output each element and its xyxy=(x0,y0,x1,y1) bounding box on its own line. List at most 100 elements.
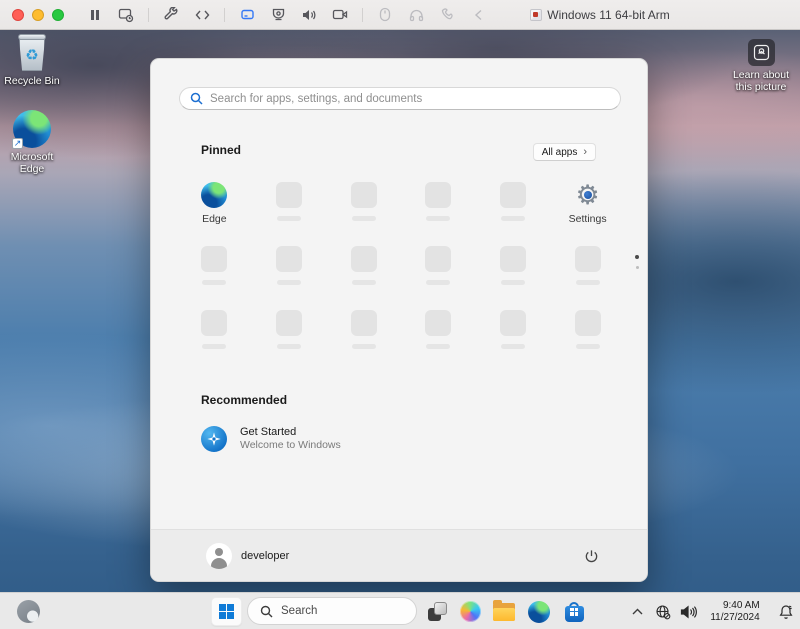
gear-icon: ⚙ xyxy=(575,182,601,208)
search-icon xyxy=(190,92,203,105)
desktop-icon-recycle-bin[interactable]: ♻ Recycle Bin xyxy=(0,34,64,87)
all-apps-label: All apps xyxy=(542,147,578,158)
toolbar-divider xyxy=(224,8,225,22)
vm-toolbar xyxy=(86,6,487,24)
start-search-input[interactable] xyxy=(210,93,610,105)
task-view-button[interactable] xyxy=(425,600,449,623)
recommended-header: Recommended xyxy=(201,393,287,407)
chevron-right-icon: › xyxy=(583,147,587,158)
copilot-icon xyxy=(460,601,481,622)
toolbar-divider xyxy=(148,8,149,22)
dome-camera-icon[interactable] xyxy=(269,6,287,24)
start-menu: Pinned All apps › Edge ⚙ Settings xyxy=(150,58,648,582)
start-user-bar: developer xyxy=(151,529,647,581)
page-dot-active[interactable] xyxy=(635,255,639,259)
code-icon[interactable] xyxy=(193,6,211,24)
macos-titlebar: Windows 11 64-bit Arm xyxy=(0,0,800,30)
recommended-item-get-started[interactable]: Get Started Welcome to Windows xyxy=(201,425,341,452)
desktop-icon-learn-about-picture[interactable]: Learn about this picture xyxy=(729,39,793,93)
desktop-icon-label: Microsoft Edge xyxy=(1,151,63,175)
pinned-app-placeholder xyxy=(177,310,252,354)
desktop-wallpaper: ♻ Recycle Bin ↗ Microsoft Edge Learn abo… xyxy=(0,30,800,629)
disk-icon[interactable] xyxy=(238,6,256,24)
pinned-app-placeholder xyxy=(401,310,476,354)
edge-icon xyxy=(201,182,227,208)
wrench-icon[interactable] xyxy=(162,6,180,24)
desktop-icon-label: Learn about this picture xyxy=(729,69,793,93)
pinned-app-placeholder xyxy=(326,246,401,290)
taskbar-search[interactable]: Search xyxy=(247,597,417,625)
edge-icon xyxy=(528,601,550,623)
copilot-button[interactable] xyxy=(458,600,482,623)
fullscreen-button[interactable] xyxy=(52,9,64,21)
edge-button[interactable] xyxy=(527,600,551,623)
store-icon xyxy=(565,602,584,622)
tray-chevron-up-icon[interactable] xyxy=(624,593,650,629)
start-search-bar[interactable] xyxy=(179,87,621,110)
pinned-app-placeholder xyxy=(252,310,327,354)
volume-icon[interactable] xyxy=(675,593,702,629)
tray-time: 9:40 AM xyxy=(723,600,760,611)
pinned-page-dots[interactable] xyxy=(635,255,639,269)
mouse-icon xyxy=(376,6,394,24)
picture-icon xyxy=(748,39,775,66)
pinned-app-label: Edge xyxy=(202,213,227,225)
toolbar-divider xyxy=(362,8,363,22)
pinned-app-placeholder xyxy=(177,246,252,290)
search-icon xyxy=(260,605,273,618)
recommended-item-title: Get Started xyxy=(240,425,341,439)
traffic-lights xyxy=(12,9,64,21)
pinned-app-placeholder xyxy=(476,246,551,290)
taskbar-search-label: Search xyxy=(281,605,317,617)
headphones-icon xyxy=(407,6,425,24)
notification-bell-icon[interactable] xyxy=(772,593,800,629)
minimize-button[interactable] xyxy=(32,9,44,21)
desktop-icon-label: Recycle Bin xyxy=(4,75,59,87)
close-button[interactable] xyxy=(12,9,24,21)
speaker-icon[interactable] xyxy=(300,6,318,24)
pause-icon[interactable] xyxy=(86,6,104,24)
widgets-icon[interactable] xyxy=(17,600,40,623)
clock[interactable]: 9:40 AM 11/27/2024 xyxy=(702,593,772,629)
pinned-header: Pinned xyxy=(201,143,241,157)
user-avatar[interactable] xyxy=(206,543,232,569)
user-name[interactable]: developer xyxy=(241,550,289,562)
pinned-app-settings[interactable]: ⚙ Settings xyxy=(550,182,625,226)
recycle-bin-icon: ♻ xyxy=(16,34,48,72)
file-explorer-icon xyxy=(493,603,515,621)
page-dot[interactable] xyxy=(636,266,639,269)
vm-window: Windows 11 64-bit Arm ♻ Recycle Bin ↗ Mi… xyxy=(0,0,800,629)
pinned-app-placeholder xyxy=(252,182,327,226)
taskbar: Search xyxy=(0,592,800,629)
windows-logo-icon xyxy=(219,604,234,619)
store-button[interactable] xyxy=(562,600,586,623)
shortcut-arrow-icon: ↗ xyxy=(12,138,23,149)
pinned-app-placeholder xyxy=(550,246,625,290)
edge-icon: ↗ xyxy=(13,110,51,148)
pinned-grid: Edge ⚙ Settings xyxy=(177,182,625,354)
power-button[interactable] xyxy=(582,547,600,565)
desktop-icon-microsoft-edge[interactable]: ↗ Microsoft Edge xyxy=(0,110,64,175)
pinned-app-placeholder xyxy=(252,246,327,290)
vm-doc-icon xyxy=(530,9,542,21)
pinned-app-placeholder xyxy=(326,182,401,226)
all-apps-button[interactable]: All apps › xyxy=(533,143,596,161)
video-camera-icon[interactable] xyxy=(331,6,349,24)
get-started-icon xyxy=(201,426,227,452)
recommended-item-subtitle: Welcome to Windows xyxy=(240,439,341,452)
pinned-app-placeholder xyxy=(550,310,625,354)
snapshot-icon[interactable] xyxy=(117,6,135,24)
network-globe-icon[interactable] xyxy=(650,593,675,629)
tray-date: 11/27/2024 xyxy=(710,612,759,623)
start-button[interactable] xyxy=(211,597,242,626)
pinned-app-placeholder xyxy=(326,310,401,354)
pinned-app-placeholder xyxy=(476,310,551,354)
window-title-text: Windows 11 64-bit Arm xyxy=(547,8,670,22)
pinned-app-label: Settings xyxy=(569,213,607,225)
pinned-app-placeholder xyxy=(476,182,551,226)
system-tray: 9:40 AM 11/27/2024 xyxy=(624,593,800,629)
task-view-icon xyxy=(428,602,447,621)
file-explorer-button[interactable] xyxy=(492,600,516,623)
pinned-app-placeholder xyxy=(401,182,476,226)
pinned-app-edge[interactable]: Edge xyxy=(177,182,252,226)
